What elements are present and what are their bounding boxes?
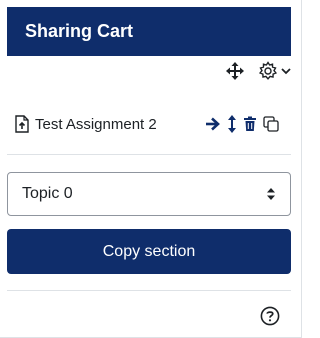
help-icon[interactable] — [260, 306, 280, 326]
divider — [7, 154, 291, 155]
block-actions-menu[interactable] — [258, 61, 291, 81]
cart-item-label: Test Assignment 2 — [35, 115, 157, 133]
block-title: Sharing Cart — [25, 21, 134, 41]
sort-caret-icon — [266, 187, 276, 201]
block-controls — [226, 60, 291, 82]
copy-icon[interactable] — [263, 116, 279, 132]
section-select[interactable]: Topic 0 — [7, 172, 291, 216]
cart-item-actions — [205, 115, 279, 133]
sharing-cart-block: Sharing Cart Test Assignment 2 Topic 0 C… — [0, 0, 302, 338]
copy-section-button[interactable]: Copy section — [7, 229, 291, 274]
cart-item: Test Assignment 2 — [15, 113, 287, 135]
section-select-value: Topic 0 — [22, 185, 73, 202]
divider — [7, 290, 291, 291]
arrow-right-icon[interactable] — [205, 116, 221, 132]
chevron-down-icon — [281, 67, 291, 75]
move-vertical-icon[interactable] — [227, 115, 237, 133]
gear-icon — [258, 61, 278, 81]
file-upload-icon — [15, 115, 29, 133]
block-header: Sharing Cart — [7, 7, 291, 56]
move-icon[interactable] — [226, 62, 244, 80]
trash-icon[interactable] — [243, 116, 257, 132]
